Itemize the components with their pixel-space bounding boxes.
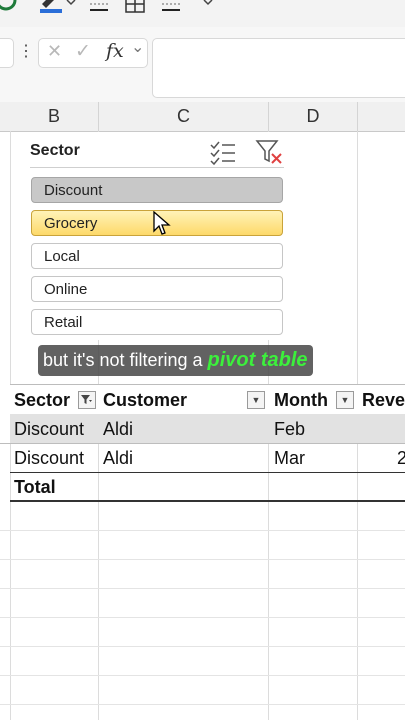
dropdown-arrow-icon[interactable]: ▼ bbox=[247, 391, 265, 409]
gridline bbox=[0, 704, 405, 705]
pivot-header-revenue: Reve bbox=[362, 390, 405, 410]
dropdown-arrow-icon[interactable]: ▼ bbox=[336, 391, 354, 409]
slicer-item-online[interactable]: Online bbox=[31, 276, 283, 302]
ribbon-toolbar bbox=[0, 0, 405, 28]
border-bottom-icon[interactable] bbox=[88, 0, 110, 16]
chevron-down-icon[interactable]: ⌄ bbox=[131, 37, 144, 57]
clear-filter-icon[interactable] bbox=[255, 139, 285, 167]
slicer-title: Sector bbox=[30, 142, 80, 159]
name-box[interactable] bbox=[0, 38, 14, 68]
gridline bbox=[0, 646, 405, 647]
formula-actions: ✕ ✓ fx ⌄ bbox=[38, 38, 148, 68]
overflow-icon[interactable] bbox=[202, 0, 214, 10]
pivot-cell-revenue[interactable]: 2 bbox=[397, 448, 405, 469]
pivot-cell-sector[interactable]: Discount bbox=[14, 448, 84, 469]
total-bottom-border bbox=[10, 500, 405, 502]
multi-select-icon[interactable] bbox=[209, 140, 237, 166]
column-header-c[interactable]: C bbox=[99, 102, 269, 132]
check-circle-icon[interactable] bbox=[0, 0, 20, 14]
grid-icon[interactable] bbox=[124, 0, 146, 16]
pivot-cell-customer[interactable]: Aldi bbox=[103, 448, 133, 469]
gridline bbox=[0, 530, 405, 531]
pivot-header-customer: Customer bbox=[103, 390, 188, 410]
pivot-cell-month[interactable]: Feb bbox=[274, 419, 305, 440]
column-header-b[interactable]: B bbox=[10, 102, 99, 132]
gridline bbox=[0, 559, 405, 560]
pivot-cell-sector[interactable]: Discount bbox=[14, 419, 84, 440]
total-divider bbox=[10, 472, 405, 473]
pen-icon[interactable] bbox=[38, 0, 66, 16]
row-divider bbox=[0, 443, 405, 444]
border-icon[interactable] bbox=[160, 0, 182, 16]
slicer-divider bbox=[30, 167, 284, 168]
formula-input[interactable] bbox=[152, 38, 405, 98]
chevron-down-icon[interactable] bbox=[66, 0, 76, 8]
pivot-header-sector: Sector bbox=[14, 390, 71, 410]
pivot-cell-month[interactable]: Mar bbox=[274, 448, 305, 469]
column-header-d[interactable]: D bbox=[269, 102, 358, 132]
gridline bbox=[0, 617, 405, 618]
confirm-icon[interactable]: ✓ bbox=[75, 40, 91, 63]
gridline bbox=[0, 588, 405, 589]
column-header-e[interactable] bbox=[358, 102, 405, 132]
cancel-icon[interactable]: ✕ bbox=[47, 41, 62, 62]
pivot-cell-customer[interactable]: Aldi bbox=[103, 419, 133, 440]
video-caption: but it's not filtering a pivot table bbox=[38, 345, 313, 376]
caption-text: but it's not filtering a bbox=[43, 350, 203, 370]
pivot-header-month: Month bbox=[274, 390, 328, 410]
insert-function-icon[interactable]: fx bbox=[106, 40, 124, 62]
caption-highlight: pivot table bbox=[207, 349, 308, 371]
slicer-item-local[interactable]: Local bbox=[31, 243, 283, 269]
mouse-cursor-icon bbox=[153, 211, 171, 235]
filter-applied-icon[interactable] bbox=[78, 391, 96, 409]
slicer-item-retail[interactable]: Retail bbox=[31, 309, 283, 335]
slicer-item-discount[interactable]: Discount bbox=[31, 177, 283, 203]
pivot-total-label: Total bbox=[14, 477, 56, 497]
more-options-icon[interactable]: ⋮ bbox=[18, 41, 34, 61]
gridline bbox=[0, 675, 405, 676]
